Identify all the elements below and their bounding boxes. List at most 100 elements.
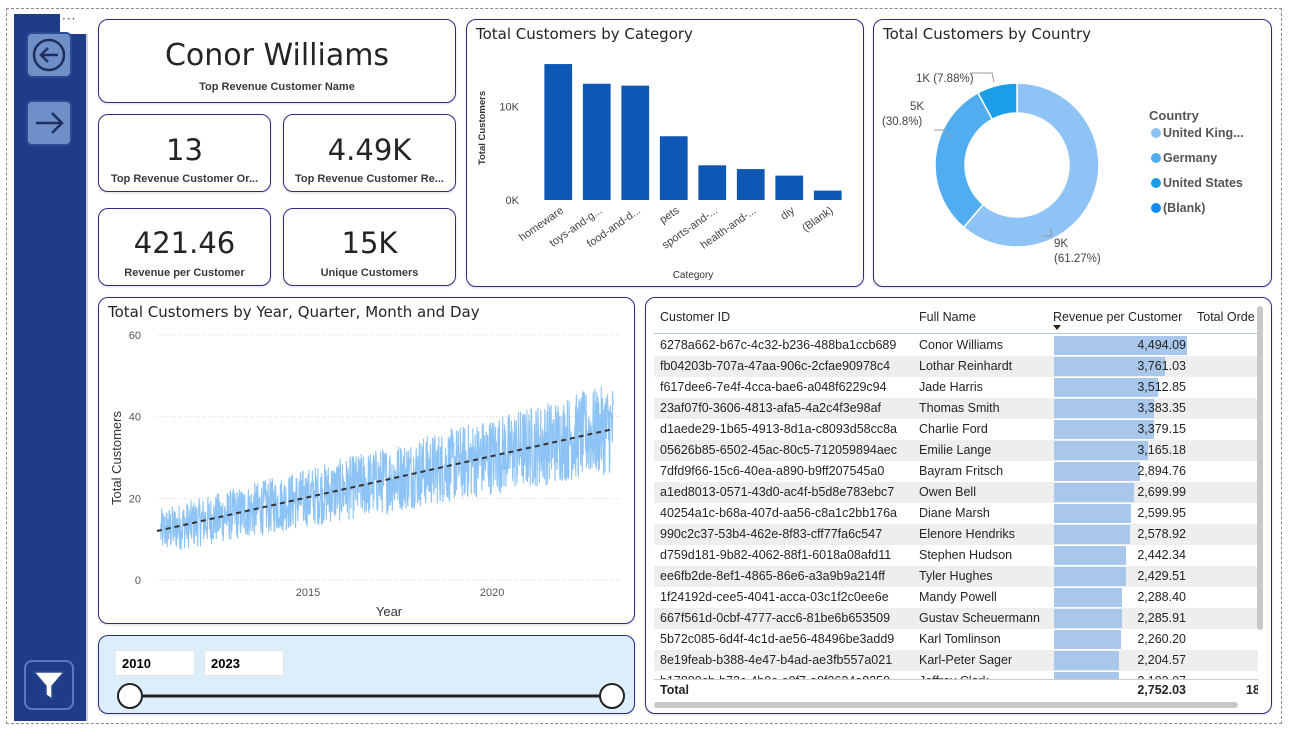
cell-customer-id: 990c2c37-53b4-462e-8f83-cff77fa6c547 [660, 527, 883, 541]
top-customer-revenue-value: 4.49K [327, 133, 412, 167]
legend-title: Country [1149, 108, 1200, 123]
cell-customer-id: 5b72c085-6d4f-4c1d-ae56-48496be3add9 [660, 632, 895, 646]
category-xtick-label: (Blank) [800, 205, 835, 235]
cell-full-name: Owen Bell [919, 485, 976, 499]
table-row[interactable]: ee6fb2de-8ef1-4865-86e6-a3a9b9a214ff Tyle… [654, 566, 1258, 587]
line-ytick-label: 40 [129, 412, 141, 424]
legend-label: (Blank) [1163, 201, 1205, 215]
cell-customer-id: ee6fb2de-8ef1-4865-86e6-a3a9b9a214ff [660, 569, 885, 583]
cell-customer-id: 8e19feab-b388-4e47-b4ad-ae3fb557a021 [660, 653, 893, 667]
top-customer-revenue-card[interactable]: 4.49K Top Revenue Customer Re... [283, 114, 456, 192]
cell-customer-id: 667f561d-0cbf-4777-acc6-81be6b653509 [660, 611, 891, 625]
unique-customers-card[interactable]: 15K Unique Customers [283, 208, 456, 286]
cell-customer-id: 23af07f0-3606-4813-afa5-4a2c4f3e98af [660, 401, 882, 415]
cell-customer-id: 6278a662-b67c-4c32-b236-488ba1ccb689 [660, 338, 897, 352]
category-bar [775, 175, 804, 200]
filter-button[interactable] [24, 660, 74, 710]
slider-end-handle[interactable] [599, 683, 625, 709]
table-row[interactable]: d1aede29-1b65-4913-8d1a-c8093d58cc8a Char… [654, 419, 1258, 440]
table-row[interactable]: d759d181-9b82-4062-88f1-6018a08afd11 Step… [654, 545, 1258, 566]
table-row[interactable]: 5b72c085-6d4f-4c1d-ae56-48496be3add9 Karl… [654, 629, 1258, 650]
cell-revenue-per-customer: 2,285.91 [1137, 611, 1186, 625]
cell-revenue-per-customer: 3,383.35 [1137, 401, 1186, 415]
top-customer-name-label: Top Revenue Customer Name [199, 81, 355, 93]
table-row[interactable]: fb04203b-707a-47aa-906c-2cfae90978c4 Loth… [654, 356, 1258, 377]
header-revenue-per-customer[interactable]: Revenue per Customer [1053, 310, 1182, 324]
cell-customer-id: f617dee6-7e4f-4cca-bae6-a048f6229c94 [660, 380, 887, 394]
top-customer-name-card[interactable]: Conor Williams Top Revenue Customer Name [98, 19, 456, 103]
cell-revenue-per-customer: 2,204.57 [1137, 653, 1186, 667]
table-row[interactable]: 667f561d-0cbf-4777-acc6-81be6b653509 Gust… [654, 608, 1258, 629]
trend-line [156, 427, 614, 532]
revenue-per-customer-card[interactable]: 421.46 Revenue per Customer [98, 208, 271, 286]
legend-marker [1151, 128, 1161, 138]
line-xtick-label: 2020 [480, 587, 504, 599]
cell-revenue-per-customer: 2,429.51 [1137, 569, 1186, 583]
cell-full-name: Jade Harris [919, 380, 983, 394]
header-total-orders[interactable]: Total Orde [1197, 310, 1255, 324]
time-chart-card[interactable]: Total Customers by Year, Quarter, Month … [98, 297, 635, 624]
forward-button[interactable] [26, 100, 72, 146]
legend-label: Germany [1163, 151, 1217, 165]
table-row[interactable]: 7dfd9f66-15c6-40ea-a890-b9ff207545a0 Bayr… [654, 461, 1258, 482]
top-customer-orders-value: 13 [166, 133, 203, 167]
sort-desc-icon [1053, 325, 1061, 330]
category-bar [659, 136, 688, 200]
table-row[interactable]: 8e19feab-b388-4e47-b4ad-ae3fb557a021 Karl… [654, 650, 1258, 671]
cell-customer-id: fb04203b-707a-47aa-906c-2cfae90978c4 [660, 359, 891, 373]
line-ylabel: Total Customers [109, 411, 124, 505]
cell-customer-id: 7dfd9f66-15c6-40ea-a890-b9ff207545a0 [660, 464, 885, 478]
category-bar-chart: 0K10KTotal CustomersCategoryhomewaretoys… [477, 64, 842, 281]
customer-table-card[interactable]: Customer ID Full Name Revenue per Custom… [645, 297, 1272, 714]
revenue-per-customer-label: Revenue per Customer [124, 267, 245, 279]
slider-start-handle[interactable] [117, 683, 143, 709]
cell-customer-id: d1aede29-1b65-4913-8d1a-c8093d58cc8a [660, 422, 898, 436]
table-row[interactable]: 6278a662-b67c-4c32-b236-488ba1ccb689 Cono… [654, 335, 1258, 356]
customers-series-line [160, 385, 615, 550]
table-row[interactable]: 1f24192d-cee5-4041-acca-03c1f2c0ee6e Mand… [654, 587, 1258, 608]
cell-full-name: Thomas Smith [919, 401, 1000, 415]
top-customer-name-value: Conor Williams [164, 38, 390, 73]
table-row[interactable]: f617dee6-7e4f-4cca-bae6-a048f6229c94 Jade… [654, 377, 1258, 398]
year-range-slider[interactable] [99, 636, 634, 713]
cell-revenue-per-customer: 4,494.09 [1137, 338, 1186, 352]
country-chart-card[interactable]: Total Customers by Country 1K (7.88%) 5K… [873, 19, 1272, 287]
cell-full-name: Karl-Peter Sager [919, 653, 1013, 667]
cell-revenue-per-customer: 3,379.15 [1137, 422, 1186, 436]
category-chart-card[interactable]: Total Customers by Category 0K 10K Total C… [466, 19, 864, 287]
cell-customer-id: d759d181-9b82-4062-88f1-6018a08afd11 [660, 548, 892, 562]
horizontal-scrollbar[interactable] [654, 702, 1238, 708]
table-row[interactable]: 40254a1c-b68a-407d-aa56-c8a1c2bb176a Dian… [654, 503, 1258, 524]
legend-marker [1151, 203, 1161, 213]
cell-full-name: Lothar Reinhardt [919, 359, 1013, 373]
category-bar [813, 190, 842, 200]
category-ylabel: Total Customers [477, 91, 488, 165]
cell-revenue-per-customer: 3,761.03 [1137, 359, 1186, 373]
table-row[interactable]: 23af07f0-3606-4813-afa5-4a2c4f3e98af Thom… [654, 398, 1258, 419]
cell-full-name: Gustav Scheuermann [919, 611, 1040, 625]
legend-label: United King... [1163, 126, 1244, 140]
header-divider [654, 333, 1258, 334]
table-row[interactable]: 990c2c37-53b4-462e-8f83-cff77fa6c547 Elen… [654, 524, 1258, 545]
top-customer-orders-label: Top Revenue Customer Or... [110, 173, 259, 185]
table-row[interactable]: a1ed8013-0571-43d0-ac4f-b5d8e783ebc7 Owen… [654, 482, 1258, 503]
cell-revenue-per-customer: 2,599.95 [1137, 506, 1186, 520]
cell-full-name: Charlie Ford [919, 422, 988, 436]
cell-full-name: Conor Williams [919, 338, 1004, 352]
customer-table: Customer ID Full Name Revenue per Custom… [654, 304, 1258, 704]
header-customer-id[interactable]: Customer ID [660, 310, 730, 324]
cell-revenue-per-customer: 2,699.99 [1137, 485, 1186, 499]
cell-full-name: Mandy Powell [919, 590, 997, 604]
category-ytick-label: 0K [506, 195, 520, 207]
vertical-scrollbar[interactable] [1257, 306, 1263, 630]
donut-label-1k: 1K (7.88%) [916, 73, 974, 85]
more-options-icon[interactable]: ··· [62, 12, 76, 26]
header-full-name[interactable]: Full Name [919, 310, 976, 324]
top-customer-orders-card[interactable]: 13 Top Revenue Customer Or... [98, 114, 271, 192]
cell-full-name: Stephen Hudson [919, 548, 1013, 562]
country-donut-chart: 1K (7.88%) 5K (30.8%) 9K (61.27%) Countr… [882, 72, 1244, 265]
table-row[interactable]: 05626b85-6502-45ac-80c5-712059894aec Emil… [654, 440, 1258, 461]
category-xtick-label: diy [779, 204, 798, 222]
back-button[interactable] [26, 32, 72, 78]
year-slicer-card: 2010 2023 [98, 635, 635, 714]
